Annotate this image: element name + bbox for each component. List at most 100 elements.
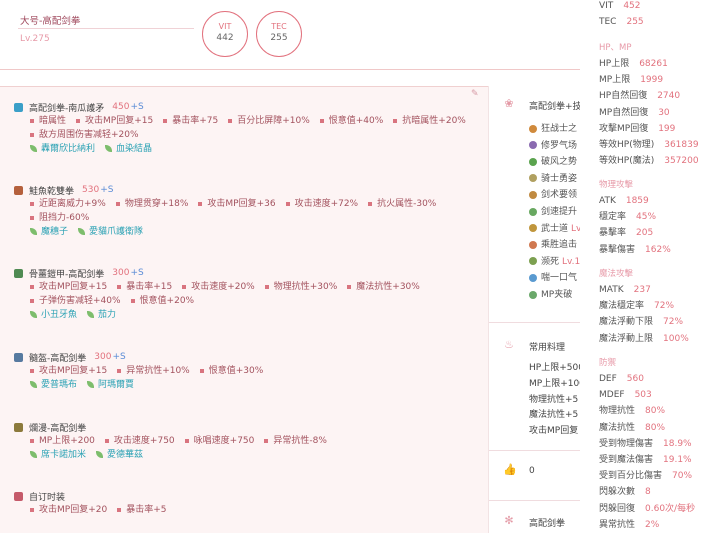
like-icon[interactable]: 👍 (503, 464, 517, 476)
stat-row: DEF 560 (599, 371, 644, 387)
attribute: 抗火属性-30% (368, 199, 436, 209)
attribute-line: 攻击MP回复+20 暴击率+5 (14, 503, 484, 517)
equipment-name: 骨薑鎧甲-高配剑拳 (29, 269, 105, 280)
equipment-refine-value: 300 (94, 352, 112, 362)
stat-value: 8 (645, 487, 651, 498)
food-item: 物理抗性+5 (529, 394, 579, 405)
equipment-name: 高配剑拳-南瓜護矛 (29, 103, 105, 114)
stat-row: ATK 1859 (599, 193, 649, 209)
helmet-icon (14, 352, 23, 362)
bullet-icon (104, 438, 109, 443)
crystal-link[interactable]: 愛普瑪布 (30, 380, 77, 390)
crystal-line: 小丑牙魚 茄力 (14, 308, 484, 322)
skill-item[interactable]: 修罗气场 (529, 139, 577, 153)
crystal-link[interactable]: 愛貓爪護衛隊 (78, 227, 143, 237)
attribute: 物理贯穿+18% (115, 199, 188, 209)
bullet-icon (368, 201, 373, 206)
equipment-header: 高配剑拳-南瓜護矛 450 +S (14, 100, 484, 114)
attribute-text: 攻击MP回复+15 (39, 366, 108, 376)
crystal-link[interactable]: 席卡諾加米 (30, 450, 86, 460)
skill-name: 喘一口气 (541, 273, 578, 284)
attribute-line: 攻击MP回复+15 异常抗性+10% 恨意值+30% (14, 364, 484, 378)
bullet-icon (228, 118, 233, 123)
skill-item[interactable]: 剑术要领 (529, 188, 577, 202)
equipment-refine-grade: +S (130, 102, 144, 112)
stat-label: DEF (599, 374, 617, 384)
attribute: 攻击MP回复+15 (30, 282, 107, 292)
equipment-refine-grade: +S (112, 352, 126, 362)
skill-level: Lv.1 (562, 256, 581, 267)
attribute: 暗属性 (30, 116, 66, 126)
stat-value: 237 (633, 285, 651, 295)
bullet-icon (182, 284, 187, 289)
stat-label: MP上限 (599, 75, 631, 86)
crystal-link[interactable]: 小丑牙魚 (30, 310, 77, 320)
crystal-icon (30, 311, 37, 318)
attribute-text: 暴击率+5 (126, 505, 167, 515)
stat-value: 30 (658, 107, 670, 118)
attribute-line: 阻挡力-60% (14, 211, 484, 225)
crystal-name: 轟爾欣比納利 (41, 144, 96, 154)
spear-icon (14, 102, 23, 112)
bullet-icon (117, 284, 122, 289)
crystal-icon (78, 228, 86, 235)
middle-divider (489, 450, 581, 451)
attribute: 近距离威力+9% (30, 199, 106, 209)
stat-row: 魔法浮動下限 72% (599, 314, 683, 330)
stat-row: MATK 237 (599, 282, 651, 298)
crystal-link[interactable]: 血染結晶 (105, 144, 152, 154)
stat-value: 68261 (639, 59, 668, 69)
stat-label: MDEF (599, 390, 625, 401)
crystal-link[interactable]: 轟爾欣比納利 (30, 144, 95, 154)
crystal-link[interactable]: 魔穗子 (30, 227, 68, 237)
attribute-text: 暗属性 (39, 116, 67, 126)
skill-item[interactable]: 破风之势 (529, 155, 577, 169)
attribute-line: 子弹伤害减轻+40% 恨意值+20% (14, 294, 484, 308)
stat-row: 閃躲次數 8 (599, 484, 651, 500)
skill-item[interactable]: 乘胜追击 (529, 238, 577, 252)
crystal-icon (30, 145, 37, 152)
skill-icon (529, 141, 537, 150)
crystal-line: 愛普瑪布 阿瑪爾賈 (14, 378, 484, 392)
stat-label: 物理抗性 (599, 406, 636, 417)
skill-item[interactable]: 濒死 Lv.1 (529, 255, 580, 269)
crystal-link[interactable]: 愛德華茲 (96, 450, 143, 460)
equipment-name: 髓盔-高配剑拳 (29, 353, 87, 364)
stat-row: 魔法浮動上限 100% (599, 331, 689, 347)
stat-label: 受到物理傷害 (599, 438, 654, 449)
skill-item[interactable]: 骑士勇姿 (529, 172, 577, 186)
skill-item[interactable]: 狂战士之 (529, 122, 577, 136)
attribute: 攻击MP回复+20 (30, 505, 107, 515)
stat-label: 異常抗性 (599, 519, 636, 530)
skill-icon (529, 290, 537, 299)
equipment-refine-value: 300 (112, 268, 130, 278)
tec-value: 255 (270, 33, 288, 43)
stat-label: 攻擊MP回復 (599, 123, 649, 134)
attribute-text: 抗火属性-30% (377, 199, 437, 209)
crystal-icon (87, 311, 95, 318)
skill-icon (529, 257, 537, 266)
bullet-icon (117, 368, 122, 373)
skill-item[interactable]: 剑速提升 (529, 205, 577, 219)
attribute-text: 攻击速度+20% (191, 282, 255, 292)
food-item: MP上限+100 (529, 378, 585, 389)
skill-item[interactable]: 武士道 Lv (529, 222, 581, 236)
skill-item[interactable]: 喘一口气 (529, 271, 577, 285)
skill-name: 武士道 (541, 223, 569, 234)
equipment-refine-grade: +S (100, 185, 114, 195)
stat-value: 503 (634, 390, 652, 401)
attribute-text: 抗暗属性+20% (402, 116, 466, 126)
skill-name: 骑士勇姿 (541, 173, 578, 184)
edit-icon[interactable]: ✎ (471, 90, 480, 99)
stat-value: 361839 (664, 140, 699, 150)
attribute-text: 敌方周围伤害减轻+20% (39, 130, 139, 140)
equipment-refine-grade: +S (130, 268, 144, 278)
bullet-icon (76, 118, 81, 123)
header-divider (18, 28, 194, 29)
equipment-item: 骨薑鎧甲-高配剑拳 300 +S 攻击MP回复+15 暴击率+15 攻击速度+20% 物理抗… (14, 266, 484, 322)
skill-icon (529, 273, 537, 282)
attribute-text: 暴击率+15 (126, 282, 173, 292)
crystal-link[interactable]: 阿瑪爾賈 (87, 380, 134, 390)
crystal-link[interactable]: 茄力 (87, 310, 116, 320)
skill-item[interactable]: MP夹破 (529, 288, 572, 302)
